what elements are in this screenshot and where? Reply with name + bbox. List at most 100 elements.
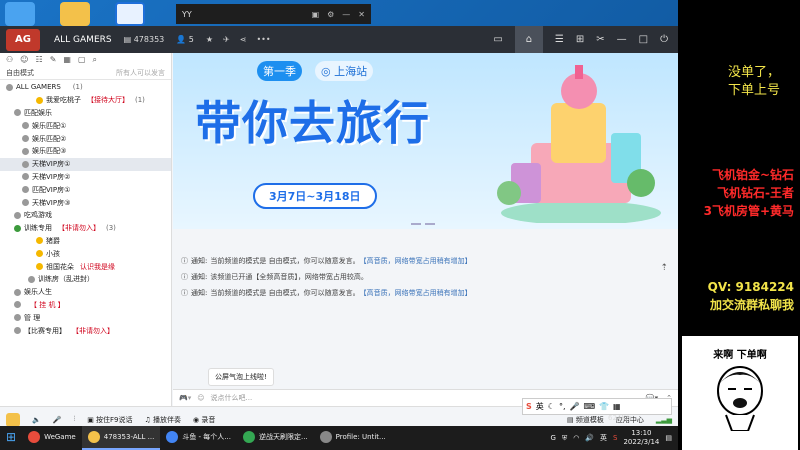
message-link[interactable]: 【高音质，网络带宽占用稍有增加】	[360, 288, 472, 298]
close-icon[interactable]: ✕	[358, 10, 365, 19]
desktop-icon-shield[interactable]	[115, 2, 145, 26]
gamepad-input-icon[interactable]: 🎮▾	[179, 394, 191, 402]
channel-tree-item[interactable]: 天梯VIP房③	[0, 196, 171, 209]
taskbar-app[interactable]: WeGame	[22, 426, 82, 450]
channel-tree-item[interactable]: 娱乐匹配①	[0, 119, 171, 132]
channel-tree-item[interactable]: 祖国花朵 认识我是缘	[0, 260, 171, 273]
emoji-icon[interactable]: ☺	[197, 394, 204, 402]
grid-tool-icon[interactable]: ▦	[63, 55, 71, 65]
channel-tree-item[interactable]: 娱乐人生	[0, 286, 171, 299]
tray-g-icon[interactable]: G	[551, 434, 556, 442]
tray-wifi-icon[interactable]: ◠	[573, 434, 579, 442]
channel-icon	[22, 147, 29, 155]
overlay-line1: 没单了，	[727, 65, 780, 80]
channel-tree-item[interactable]: 管 理	[0, 311, 171, 324]
ptt-box-icon: ▣	[87, 415, 97, 424]
channel-tree-item[interactable]: ALL GAMERS (1)	[0, 81, 171, 94]
net-speed: 624K/s	[608, 414, 632, 422]
channel-tree-item[interactable]: 小孩	[0, 247, 171, 260]
maximize-window-icon[interactable]: □	[639, 34, 648, 45]
overlay-line2: 下单上号	[727, 83, 780, 98]
system-tray: G ⛨ ◠ 🔊 英 S 13:10 2022/3/14 ▤	[551, 429, 679, 447]
chat-tool-icon[interactable]: ▢	[78, 55, 86, 65]
ime-toolbar[interactable]: S 英 ☾ °, 🎤 ⌨ 👕 ▦	[522, 398, 672, 415]
channel-tree-item[interactable]: 匹配VIP房①	[0, 183, 171, 196]
record-button[interactable]: ◉ 录音	[193, 415, 215, 425]
note-tool-icon[interactable]: ✎	[50, 55, 57, 65]
message-prefix: 通知:	[191, 289, 208, 297]
push-to-talk-button[interactable]: ▣ 按住F9说话	[87, 415, 132, 425]
bubble-tip[interactable]: 公屏气泡上线啦!	[208, 368, 274, 386]
gamepad-icon[interactable]: ⊞	[576, 34, 584, 45]
taskbar-app[interactable]: 478353-ALL ...	[81, 426, 161, 450]
star-icon[interactable]: ★	[206, 35, 213, 44]
channel-tree-item[interactable]: 天梯VIP房①	[0, 157, 171, 171]
taskbar-app[interactable]: 逆战天刷限定...	[237, 426, 314, 450]
search-icon[interactable]: ⌕	[93, 55, 97, 65]
channel-tree-item[interactable]: 猪爵	[0, 235, 171, 248]
channel-tree-item[interactable]: 训练专用 【非请勿入】 (3)	[0, 222, 171, 235]
message-link[interactable]: 【高音质，网络带宽占用稍有增加】	[360, 256, 472, 266]
notification-icon[interactable]: ▤	[665, 434, 672, 442]
channel-tree-item[interactable]: 匹配娱乐	[0, 107, 171, 120]
windows-icon: ⊞	[6, 430, 17, 444]
channel-tree-item[interactable]: 【比赛专用】 【非请勿入】	[0, 324, 171, 337]
channel-tree-item[interactable]: 训练房（乱进封）	[0, 273, 171, 286]
banner-pager[interactable]	[411, 223, 435, 225]
tray-shield-icon[interactable]: ⛨	[562, 434, 567, 443]
start-button[interactable]: ⊞	[0, 426, 22, 450]
channel-tree-item[interactable]: 娱乐匹配③	[0, 145, 171, 158]
yy-mini-window[interactable]: YY ▣ ⚙ — ✕	[176, 4, 371, 24]
list-icon[interactable]: ☰	[555, 34, 564, 45]
more-icon[interactable]: •••	[256, 35, 270, 44]
taskbar-app-label: Profile: Untit...	[335, 433, 386, 441]
user-tool-icon[interactable]: ⚇	[6, 55, 13, 65]
service-item: 飞机钻石-王者	[717, 186, 794, 200]
channel-tree-item[interactable]: 【 挂 机 】	[0, 299, 171, 312]
no-network-icon[interactable]: ✂	[596, 34, 604, 45]
event-banner[interactable]: 第一季 ◎ 上海站 带你去旅行 3月7日~3月18日	[173, 53, 678, 229]
service-item: 3飞机房管+黄马	[703, 204, 794, 218]
taskbar-app-label: WeGame	[44, 433, 76, 441]
share-icon[interactable]: ⋖	[240, 35, 247, 44]
minimize-window-icon[interactable]: —	[617, 34, 627, 45]
channel-tree-item[interactable]: 吃鸡游戏	[0, 209, 171, 222]
channel-tree-label: 我爱吃桃子	[46, 96, 81, 105]
speaker-icon[interactable]: 🔈	[32, 416, 41, 424]
home-icon: ⌂	[525, 34, 533, 45]
clock[interactable]: 13:10 2022/3/14	[623, 429, 659, 447]
location-icon: ◎	[321, 65, 335, 78]
channel-tree-count: (1)	[135, 96, 145, 105]
profile-tool-icon[interactable]: ☺	[20, 55, 28, 65]
channel-template-button[interactable]: ▤ 频道模板	[567, 415, 604, 425]
play-accompaniment-button[interactable]: ♫ 播放伴奏	[145, 415, 182, 425]
tray-sogou-icon[interactable]: S	[613, 434, 617, 442]
tray-volume-icon[interactable]: 🔊	[585, 434, 594, 442]
channel-tree-item[interactable]: 天梯VIP房②	[0, 171, 171, 184]
service-item: 飞机铂金~钻石	[711, 168, 794, 182]
mic-icon[interactable]: 🎤	[53, 416, 62, 424]
channel-tree-count: (1)	[72, 83, 83, 92]
desktop-icon-pc[interactable]	[5, 2, 35, 26]
taskbar-app[interactable]: 斗鱼 - 每个人...	[160, 426, 237, 450]
pin-icon[interactable]: ▣	[312, 10, 320, 19]
info-icon: ⓘ	[181, 257, 188, 265]
desktop-icon-yy[interactable]	[60, 2, 90, 26]
group-tool-icon[interactable]: ☷	[36, 55, 43, 65]
video-icon[interactable]: ▭	[493, 34, 502, 45]
mode-bar[interactable]: 自由模式 所有人可以发言	[0, 67, 171, 80]
online-count-value: 5	[188, 35, 194, 44]
eq-icon[interactable]: ⫶	[73, 415, 75, 424]
channel-tree-item[interactable]: 娱乐匹配②	[0, 132, 171, 145]
channel-tree-item[interactable]: 我爱吃桃子 【接待大厅】 (1)	[0, 94, 171, 107]
power-icon[interactable]: ⏻	[660, 34, 668, 45]
scroll-top-icon[interactable]: ⇡	[660, 263, 668, 273]
settings-icon[interactable]: ⚙	[327, 10, 334, 19]
home-button[interactable]: ⌂	[514, 26, 543, 53]
minimize-icon[interactable]: —	[342, 10, 350, 19]
plane-icon[interactable]: ✈	[223, 35, 230, 44]
tray-lang[interactable]: 英	[600, 433, 607, 443]
taskbar: ⊞ WeGame 478353-ALL ... 斗鱼 - 每个人... 逆战天刷限定.…	[0, 426, 678, 450]
avatar[interactable]	[6, 412, 20, 427]
taskbar-app[interactable]: Profile: Untit...	[314, 426, 392, 450]
